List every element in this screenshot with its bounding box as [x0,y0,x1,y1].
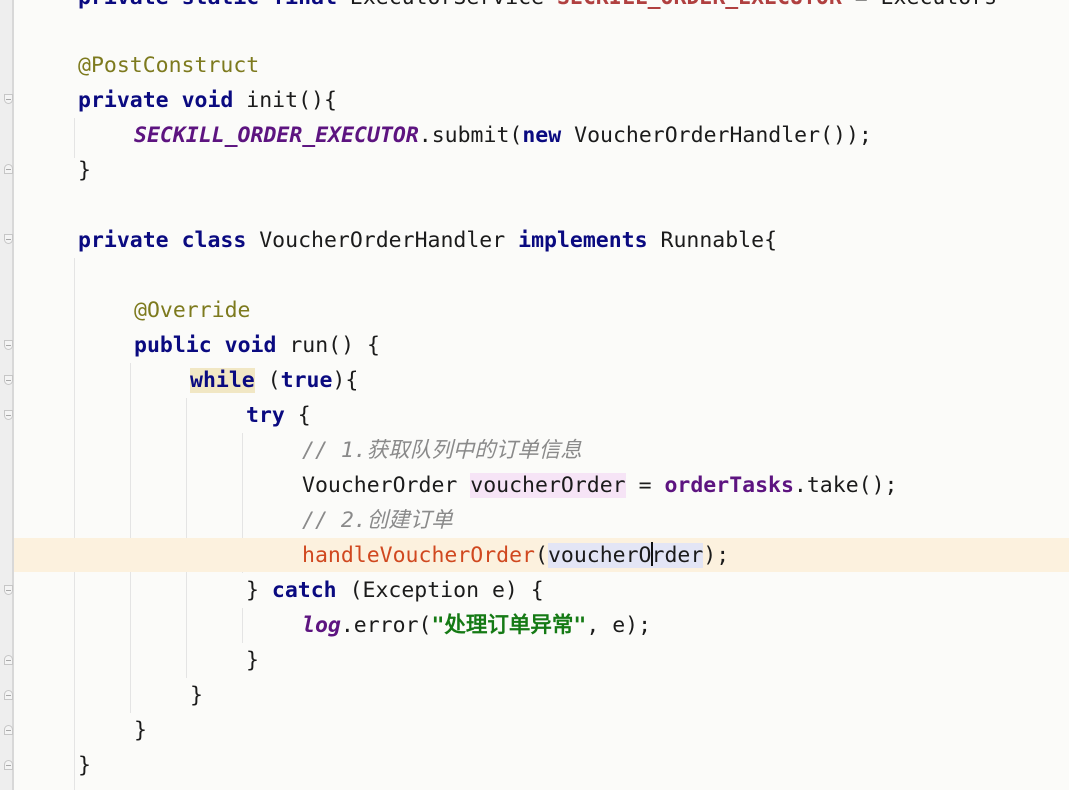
code-line[interactable]: @Override [134,293,251,328]
code-editor[interactable]: private static final ExecutorService SEC… [0,0,1069,790]
brace: } [246,648,259,673]
fold-marker-init-end[interactable] [4,164,13,174]
code-line[interactable]: private class VoucherOrderHandler implem… [78,223,777,258]
code-line-current[interactable]: handleVoucherOrder(voucherOrder); [302,538,729,573]
code-text: ( [535,543,548,568]
fold-marker-run-end[interactable] [4,725,13,735]
code-line[interactable]: } [190,678,203,713]
code-line[interactable]: log.error("处理订单异常", e); [302,608,651,643]
code-text: .error( [340,613,432,638]
fold-marker-catch-end[interactable] [4,655,13,665]
code-text: VoucherOrderHandler()); [561,123,872,148]
parameter-usage: voucherOrder [547,542,704,568]
code-line[interactable]: } [134,713,147,748]
code-text: run() { [276,333,380,358]
static-field: SECKILL_ORDER_EXECUTOR [134,123,419,148]
keyword: private [78,88,169,113]
brace: } [78,158,91,183]
code-comment: // 1.获取队列中的订单信息 [302,438,582,463]
type-name: VoucherOrder [302,473,471,498]
fold-marker-while-end[interactable] [4,690,13,700]
parameter-text: voucherO [547,543,652,568]
string-literal: "处理订单异常" [431,613,587,638]
annotation: @PostConstruct [78,53,260,78]
keyword: final [272,0,337,10]
code-line[interactable]: while (true){ [190,363,358,398]
fold-marker-init[interactable] [4,94,13,104]
code-text: ( [254,368,281,393]
code-line[interactable]: // 1.获取队列中的订单信息 [302,433,582,468]
fold-marker-catch[interactable] [4,585,13,595]
keyword: void [181,88,234,113]
code-text: init(){ [233,88,337,113]
fold-marker-run[interactable] [4,340,13,350]
code-text: = [625,473,665,498]
indent-guide [74,258,75,790]
parameter-text: rder [651,543,704,568]
keyword: class [181,228,247,253]
static-field: log [302,613,341,638]
field-name: orderTasks [664,473,794,498]
code-text: ){ [332,368,359,393]
keyword: catch [271,578,337,603]
code-text: (Exception e) { [336,578,544,603]
keyword: new [522,123,562,148]
code-line-partial[interactable]: private static final ExecutorService SEC… [78,0,997,15]
code-line[interactable]: public void run() { [134,328,380,363]
code-line[interactable]: // 2.创建订单 [302,503,453,538]
code-line[interactable]: } [78,153,91,188]
brace: } [78,753,91,778]
keyword: private [78,228,169,253]
code-text: .submit( [418,123,523,148]
code-comment: // 2.创建订单 [302,508,453,533]
indent-guide [242,608,243,643]
code-line[interactable]: } [78,748,91,783]
keyword: void [224,333,277,358]
fold-marker-class-end[interactable] [4,760,13,770]
code-text: = Executors [842,0,997,10]
brace: } [190,683,203,708]
fold-marker-class[interactable] [4,234,13,244]
fold-marker-while[interactable] [4,375,13,385]
method-call: handleVoucherOrder [302,543,535,568]
keyword: true [280,368,333,393]
type-name: ExecutorService [350,0,544,10]
keyword-highlighted: while [190,368,255,393]
code-text: VoucherOrderHandler [246,228,519,253]
annotation: @Override [134,298,251,323]
code-line[interactable]: private void init(){ [78,83,337,118]
code-line[interactable]: } [246,643,259,678]
local-variable: voucherOrder [470,473,626,498]
code-line[interactable]: SECKILL_ORDER_EXECUTOR.submit(new Vouche… [134,118,872,153]
keyword: private [78,0,169,10]
code-line[interactable]: } catch (Exception e) { [246,573,544,608]
keyword: try [246,403,285,428]
code-line[interactable]: try { [246,398,311,433]
field-name: SECKILL_ORDER_EXECUTOR [557,0,842,10]
brace: } [134,718,147,743]
code-line[interactable]: @PostConstruct [78,48,259,83]
code-text: , e); [586,613,652,638]
code-text: ); [703,543,730,568]
fold-marker-try[interactable] [4,410,13,420]
gutter-divider [12,0,14,790]
code-text: .take(); [793,473,898,498]
code-text: Runnable{ [647,228,778,253]
code-text: { [284,403,311,428]
keyword: public [134,333,212,358]
code-line[interactable]: VoucherOrder voucherOrder = orderTasks.t… [302,468,897,503]
keyword: static [182,0,260,10]
brace: } [246,578,272,603]
keyword: implements [518,228,648,253]
indent-guide [74,118,75,158]
